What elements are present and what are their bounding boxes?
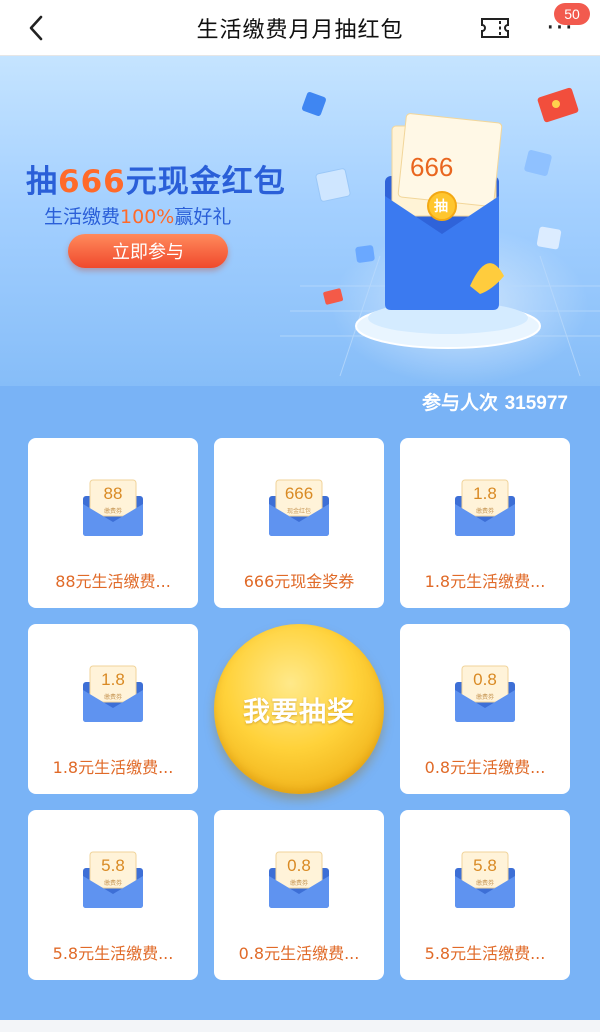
prize-card[interactable]: 88 缴费券 88元生活缴费... bbox=[28, 438, 198, 608]
banner-subtitle-suffix: 赢好礼 bbox=[174, 206, 232, 228]
draw-lottery-button[interactable]: 我要抽奖 bbox=[214, 624, 384, 794]
prize-card[interactable]: 0.8 缴费券 0.8元生活缴费... bbox=[400, 624, 570, 794]
prize-amount: 1.8 bbox=[101, 670, 125, 689]
banner-title-amount: 666 bbox=[58, 164, 126, 200]
join-now-button[interactable]: 立即参与 bbox=[68, 234, 228, 268]
page-title: 生活缴费月月抽红包 bbox=[196, 17, 404, 43]
prize-label: 0.8元生活缴费... bbox=[424, 758, 546, 777]
bottom-strip bbox=[0, 1020, 600, 1032]
prize-amount: 5.8 bbox=[101, 856, 125, 875]
prize-tag: 缴费券 bbox=[103, 508, 122, 515]
nav-bar: 生活缴费月月抽红包 ··· 50 bbox=[0, 0, 600, 56]
notification-badge: 50 bbox=[554, 3, 590, 25]
prize-amount: 5.8 bbox=[473, 856, 497, 875]
prize-amount: 1.8 bbox=[473, 484, 497, 503]
prize-tag: 现金红包 bbox=[286, 508, 311, 515]
prize-label: 5.8元生活缴费... bbox=[52, 944, 174, 963]
prize-amount: 0.8 bbox=[287, 856, 311, 875]
banner-subtitle: 生活缴费100%赢好礼 bbox=[44, 202, 231, 229]
banner-subtitle-percent: 100% bbox=[120, 206, 175, 228]
prize-amount: 666 bbox=[284, 484, 314, 503]
prize-amount: 88 bbox=[103, 484, 123, 503]
envelope-seal: 抽 bbox=[434, 199, 448, 215]
prize-amount: 0.8 bbox=[473, 670, 497, 689]
promo-banner: 抽666元现金红包 生活缴费100%赢好礼 立即参与 666 抽 bbox=[0, 56, 600, 386]
envelope-amount: 666 bbox=[410, 152, 454, 182]
prize-card[interactable]: 0.8 缴费券 0.8元生活缴费... bbox=[214, 810, 384, 980]
banner-subtitle-prefix: 生活缴费 bbox=[44, 206, 121, 228]
prize-card[interactable]: 1.8 缴费券 1.8元生活缴费... bbox=[400, 438, 570, 608]
prize-label: 1.8元生活缴费... bbox=[52, 758, 174, 777]
prize-card[interactable]: 5.8 缴费券 5.8元生活缴费... bbox=[28, 810, 198, 980]
prize-label: 666元现金奖券 bbox=[243, 572, 355, 591]
prize-label: 5.8元生活缴费... bbox=[424, 944, 546, 963]
participant-number: 315977 bbox=[504, 393, 568, 414]
prize-label: 1.8元生活缴费... bbox=[424, 572, 546, 591]
ticket-icon[interactable] bbox=[478, 14, 512, 42]
prize-tag: 缴费券 bbox=[475, 880, 494, 887]
prize-label: 0.8元生活缴费... bbox=[238, 944, 360, 963]
prize-tag: 缴费券 bbox=[289, 880, 308, 887]
banner-title-suffix: 元现金红包 bbox=[125, 164, 286, 200]
participant-count: 参与人次 315977 bbox=[422, 388, 568, 415]
prize-tag: 缴费券 bbox=[475, 508, 494, 515]
back-arrow-icon[interactable] bbox=[20, 12, 52, 44]
prize-grid: 88 缴费券 88元生活缴费... 666 现金红包 666元现金奖券 1.8 … bbox=[28, 438, 572, 980]
participant-label: 参与人次 bbox=[421, 392, 498, 414]
prize-card[interactable]: 1.8 缴费券 1.8元生活缴费... bbox=[28, 624, 198, 794]
prize-label: 88元生活缴费... bbox=[55, 572, 171, 591]
prize-tag: 缴费券 bbox=[103, 880, 122, 887]
prize-card[interactable]: 666 现金红包 666元现金奖券 bbox=[214, 438, 384, 608]
prize-tag: 缴费券 bbox=[475, 694, 494, 701]
banner-title: 抽666元现金红包 bbox=[26, 156, 286, 201]
banner-title-prefix: 抽 bbox=[26, 164, 58, 200]
prize-tag: 缴费券 bbox=[103, 694, 122, 701]
prize-card[interactable]: 5.8 缴费券 5.8元生活缴费... bbox=[400, 810, 570, 980]
